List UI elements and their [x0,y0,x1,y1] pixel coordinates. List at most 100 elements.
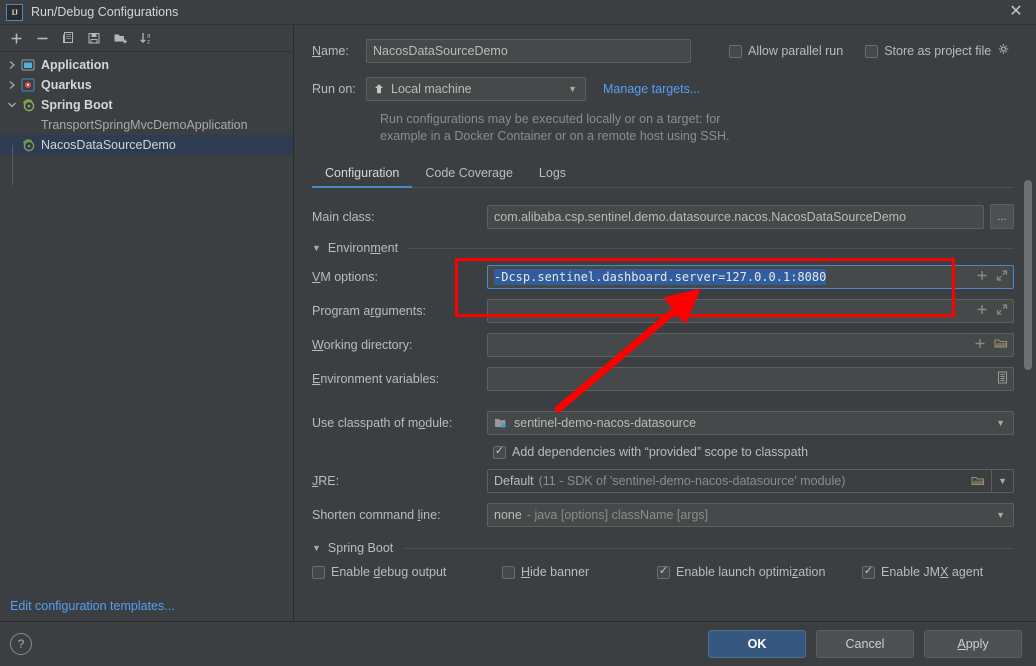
configurations-tree[interactable]: Application Quarkus Spring Boot Transpor… [0,52,293,599]
run-on-row: Run on: Local machine ▼ Manage targets..… [312,77,1014,101]
use-classpath-value: sentinel-demo-nacos-datasource [514,416,697,430]
sort-configurations-button[interactable]: a z [134,27,158,49]
move-into-folder-button[interactable] [108,27,132,49]
tree-item-nacosdatasourcedemo[interactable]: NacosDataSourceDemo [0,135,293,155]
cancel-button[interactable]: Cancel [816,630,914,658]
program-arguments-row: Program arguments: [312,299,1014,323]
hide-banner-checkbox[interactable]: Hide banner [502,565,657,579]
shorten-command-line-value: none [494,508,522,522]
jre-browse-icon[interactable] [971,475,991,487]
checkbox-box [862,565,875,579]
add-configuration-button[interactable] [4,27,28,49]
ok-button[interactable]: OK [708,630,806,658]
checkbox-box [865,44,879,58]
spring-boot-section-header[interactable]: ▼ Spring Boot [312,541,1014,555]
tree-item-label: Application [41,58,110,72]
main-class-browse-button[interactable]: ... [990,204,1014,229]
add-macro-icon[interactable] [974,338,986,353]
run-on-label: Run on: [312,82,356,96]
gear-icon[interactable] [997,43,1010,59]
run-on-value: Local machine [391,82,472,96]
add-macro-icon[interactable] [976,304,988,319]
module-icon [494,417,508,430]
add-provided-scope-row: Add dependencies with “provided” scope t… [312,445,1014,459]
environment-section-header[interactable]: ▼ Environment [312,241,1014,255]
shorten-command-line-label: Shorten command line: [312,508,441,522]
spring-boot-options-row: Enable debug output Hide banner Enable l… [312,565,1014,579]
application-icon [20,57,36,73]
triangle-down-icon: ▼ [312,543,321,553]
working-directory-label: Working directory: [312,338,413,352]
enable-jmx-agent-label: Enable JMX agent [881,565,984,579]
tab-configuration[interactable]: Configuration [312,161,413,188]
enable-launch-optimization-checkbox[interactable]: Enable launch optimization [657,565,862,579]
vertical-scrollbar[interactable] [1024,180,1032,370]
checkbox-box [729,44,742,58]
tree-item-quarkus[interactable]: Quarkus [0,75,293,95]
tree-item-label: NacosDataSourceDemo [41,138,176,152]
run-on-dropdown[interactable]: Local machine ▼ [366,77,586,101]
run-on-hint: Run configurations may be executed local… [380,111,1014,145]
vm-options-label: VM options: [312,270,379,284]
shorten-command-line-row: Shorten command line: none - java [optio… [312,503,1014,527]
configurations-toolbar: a z [0,25,293,52]
browse-folder-icon[interactable] [994,338,1008,353]
chevron-down-icon[interactable] [4,97,20,113]
store-as-project-file-checkbox[interactable]: Store as project file [865,43,1010,59]
apply-button[interactable]: Apply [924,630,1022,658]
tree-item-spring-boot[interactable]: Spring Boot [0,95,293,115]
remove-configuration-button[interactable] [30,27,54,49]
program-arguments-input[interactable] [487,299,1014,323]
tree-guide-line [12,145,13,185]
jre-dropdown[interactable]: Default (11 - SDK of 'sentinel-demo-naco… [487,469,1014,493]
vm-options-input[interactable]: -Dcsp.sentinel.dashboard.server=127.0.0.… [487,265,1014,289]
checkbox-box [657,565,670,579]
configuration-form: Main class: com.alibaba.csp.sentinel.dem… [312,204,1014,579]
copy-configuration-button[interactable] [56,27,80,49]
chevron-right-icon[interactable] [4,77,20,93]
tree-item-application[interactable]: Application [0,55,293,75]
svg-text:z: z [147,40,150,46]
jre-value: Default [494,474,534,488]
use-classpath-row: Use classpath of module: sentinel-demo-n… [312,411,1014,435]
use-classpath-dropdown[interactable]: sentinel-demo-nacos-datasource ▼ [487,411,1014,435]
chevron-down-icon: ▼ [996,418,1005,428]
save-configuration-button[interactable] [82,27,106,49]
enable-jmx-agent-checkbox[interactable]: Enable JMX agent [862,565,983,579]
enable-debug-output-checkbox[interactable]: Enable debug output [312,565,502,579]
close-icon[interactable]: ✕ [1004,2,1028,22]
add-provided-scope-checkbox[interactable]: Add dependencies with “provided” scope t… [493,445,808,459]
working-directory-input[interactable] [487,333,1014,357]
configuration-placeholder-icon [20,117,36,133]
chevron-down-icon[interactable]: ▼ [991,470,1013,492]
chevron-right-icon[interactable] [4,57,20,73]
jre-label: JRE: [312,474,340,488]
allow-parallel-run-label: Allow parallel run [748,44,844,58]
expand-editor-icon[interactable] [996,304,1008,319]
environment-variables-row: Environment variables: [312,367,1014,391]
tree-item-transportspringmvcdemoapplication[interactable]: TransportSpringMvcDemoApplication [0,115,293,135]
intellij-logo-icon: IJ [6,3,23,21]
edit-variables-icon[interactable] [997,371,1008,387]
dialog-button-bar: ? OK Cancel Apply [0,621,1036,666]
tab-code-coverage[interactable]: Code Coverage [412,161,526,187]
title-bar: IJ Run/Debug Configurations ✕ [0,0,1036,25]
spring-boot-icon [20,137,36,153]
environment-variables-actions [997,371,1008,387]
manage-targets-link[interactable]: Manage targets... [603,82,700,96]
tree-item-label: Spring Boot [41,98,113,112]
tab-logs[interactable]: Logs [526,161,579,187]
name-input[interactable]: NacosDataSourceDemo [366,39,691,63]
expand-editor-icon[interactable] [996,270,1008,285]
main-class-input[interactable]: com.alibaba.csp.sentinel.demo.datasource… [487,204,984,229]
shorten-command-line-dropdown[interactable]: none - java [options] className [args] ▼ [487,503,1014,527]
jre-hint: (11 - SDK of 'sentinel-demo-nacos-dataso… [538,474,846,488]
help-button[interactable]: ? [10,633,32,655]
use-classpath-label: Use classpath of module: [312,416,453,430]
add-macro-icon[interactable] [976,270,988,285]
allow-parallel-run-checkbox[interactable]: Allow parallel run [729,44,843,58]
edit-configuration-templates-link[interactable]: Edit configuration templates... [10,599,175,613]
run-debug-configurations-dialog: IJ Run/Debug Configurations ✕ a z Applic… [0,0,1036,666]
triangle-down-icon: ▼ [312,243,321,253]
environment-variables-input[interactable] [487,367,1014,391]
